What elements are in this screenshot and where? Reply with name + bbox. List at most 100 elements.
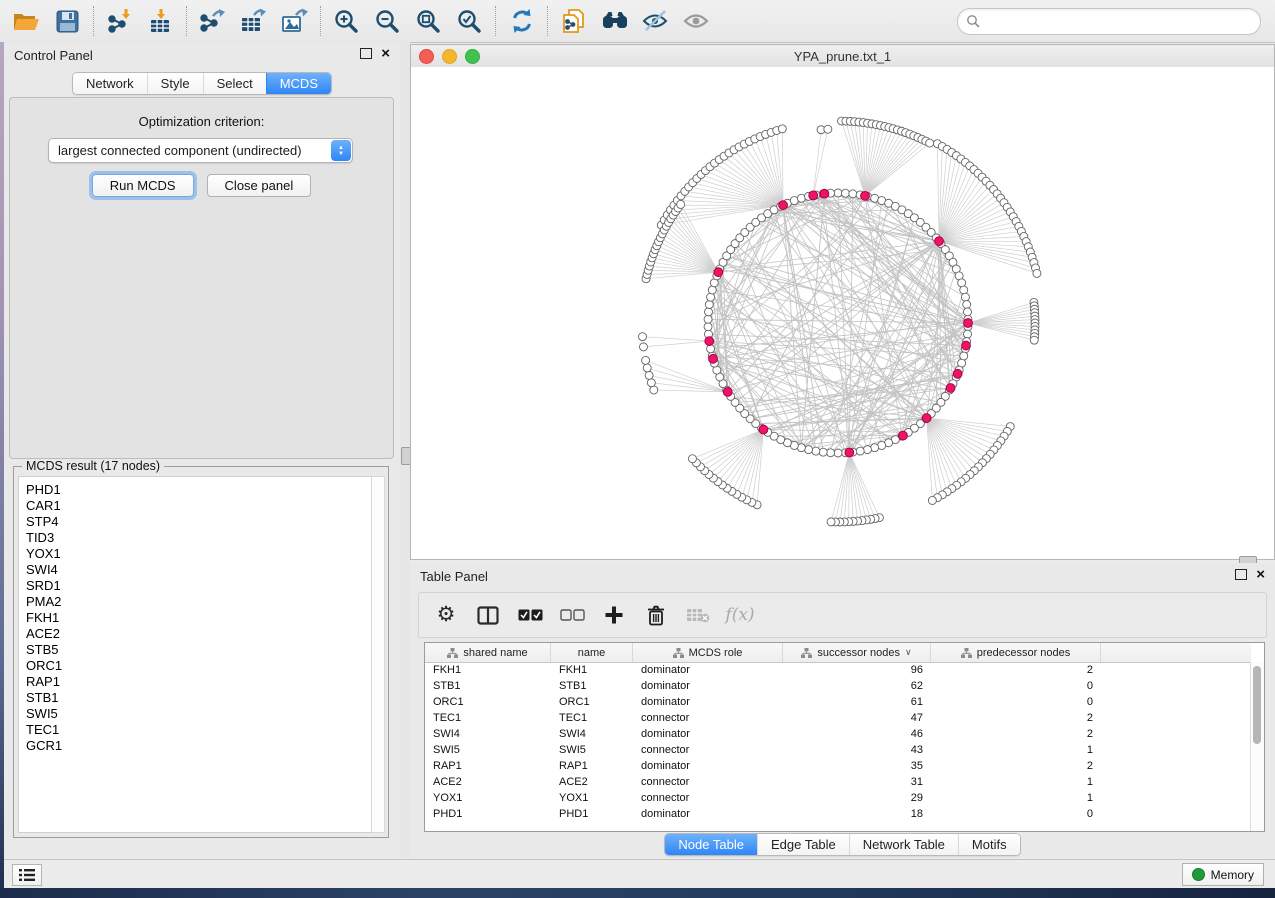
refresh-view-button[interactable] bbox=[501, 3, 542, 39]
column-header-predecessor-nodes[interactable]: predecessor nodes bbox=[931, 643, 1101, 662]
column-header-shared-name[interactable]: shared name bbox=[425, 643, 551, 662]
vertical-splitter[interactable] bbox=[400, 42, 410, 858]
apply-function-button[interactable]: f(x) bbox=[727, 602, 753, 628]
zoom-fit-button[interactable] bbox=[408, 3, 449, 39]
close-panel-icon[interactable]: × bbox=[381, 49, 390, 59]
table-row[interactable]: SWI5SWI5connector431 bbox=[425, 742, 1251, 758]
column-header-mcds-role[interactable]: MCDS role bbox=[633, 643, 783, 662]
network-node[interactable] bbox=[650, 386, 658, 394]
mcds-hub-node[interactable] bbox=[759, 425, 768, 434]
list-item[interactable]: CAR1 bbox=[26, 498, 371, 514]
network-node[interactable] bbox=[856, 447, 864, 455]
import-table-button[interactable] bbox=[140, 3, 181, 39]
list-item[interactable]: TID3 bbox=[26, 530, 371, 546]
import-network-button[interactable] bbox=[99, 3, 140, 39]
list-item[interactable]: PMA2 bbox=[26, 594, 371, 610]
select-all-rows-button[interactable] bbox=[517, 602, 543, 628]
search-input[interactable] bbox=[980, 13, 1252, 29]
list-item[interactable]: RAP1 bbox=[26, 674, 371, 690]
mcds-hub-node[interactable] bbox=[899, 431, 908, 440]
list-item[interactable]: STB1 bbox=[26, 690, 371, 706]
network-node[interactable] bbox=[647, 379, 655, 387]
export-table-button[interactable] bbox=[233, 3, 274, 39]
list-item[interactable]: SWI5 bbox=[26, 706, 371, 722]
table-settings-button[interactable]: ⚙ bbox=[433, 602, 459, 628]
mcds-hub-node[interactable] bbox=[946, 384, 955, 393]
save-session-button[interactable] bbox=[47, 3, 88, 39]
table-row[interactable]: FKH1FKH1dominator962 bbox=[425, 662, 1251, 678]
list-item[interactable]: STB5 bbox=[26, 642, 371, 658]
network-node[interactable] bbox=[704, 323, 712, 331]
mcds-hub-node[interactable] bbox=[953, 369, 962, 378]
network-node[interactable] bbox=[841, 189, 849, 197]
tab-network[interactable]: Network bbox=[73, 73, 147, 94]
network-node[interactable] bbox=[964, 308, 972, 316]
network-node[interactable] bbox=[928, 496, 936, 504]
network-node[interactable] bbox=[688, 455, 696, 463]
show-columns-button[interactable] bbox=[475, 602, 501, 628]
delete-column-button[interactable] bbox=[643, 602, 669, 628]
table-row[interactable]: ORC1ORC1dominator610 bbox=[425, 694, 1251, 710]
delete-table-button[interactable] bbox=[685, 602, 711, 628]
memory-button[interactable]: Memory bbox=[1182, 863, 1264, 886]
list-item[interactable]: ORC1 bbox=[26, 658, 371, 674]
tab-node-table[interactable]: Node Table bbox=[665, 834, 757, 855]
zoom-selected-button[interactable] bbox=[449, 3, 490, 39]
table-row[interactable]: TEC1TEC1connector472 bbox=[425, 710, 1251, 726]
table-row[interactable]: RAP1RAP1dominator352 bbox=[425, 758, 1251, 774]
list-item[interactable]: PHD1 bbox=[26, 482, 371, 498]
clone-network-button[interactable] bbox=[553, 3, 594, 39]
network-window-titlebar[interactable]: YPA_prune.txt_1 bbox=[411, 45, 1274, 68]
mcds-hub-node[interactable] bbox=[820, 189, 829, 198]
network-node[interactable] bbox=[1033, 269, 1041, 277]
network-node[interactable] bbox=[707, 345, 715, 353]
network-node[interactable] bbox=[1030, 336, 1038, 344]
criterion-select[interactable]: largest connected component (undirected)… bbox=[48, 138, 353, 163]
tab-style[interactable]: Style bbox=[147, 73, 203, 94]
network-node[interactable] bbox=[639, 343, 647, 351]
hide-selected-button[interactable] bbox=[635, 3, 676, 39]
network-node[interactable] bbox=[824, 125, 832, 133]
table-row[interactable]: PHD1PHD1dominator180 bbox=[425, 806, 1251, 822]
network-node[interactable] bbox=[827, 449, 835, 457]
network-node[interactable] bbox=[638, 333, 646, 341]
show-all-button[interactable] bbox=[676, 3, 717, 39]
network-node[interactable] bbox=[871, 444, 879, 452]
network-node[interactable] bbox=[812, 447, 820, 455]
mcds-hub-node[interactable] bbox=[964, 319, 973, 328]
table-scrollbar-thumb[interactable] bbox=[1253, 666, 1261, 744]
mcds-hub-node[interactable] bbox=[705, 337, 714, 346]
close-panel-button[interactable]: Close panel bbox=[207, 174, 312, 197]
list-item[interactable]: ACE2 bbox=[26, 626, 371, 642]
mcds-hub-node[interactable] bbox=[845, 448, 854, 457]
run-mcds-button[interactable]: Run MCDS bbox=[92, 174, 194, 197]
mcds-hub-node[interactable] bbox=[709, 354, 718, 363]
open-file-button[interactable] bbox=[6, 3, 47, 39]
network-node[interactable] bbox=[849, 190, 857, 198]
column-header-name[interactable]: name bbox=[551, 643, 633, 662]
list-item[interactable]: TEC1 bbox=[26, 722, 371, 738]
list-item[interactable]: FKH1 bbox=[26, 610, 371, 626]
mcds-hub-node[interactable] bbox=[962, 341, 971, 350]
mcds-hub-node[interactable] bbox=[714, 268, 723, 277]
list-item[interactable]: SWI4 bbox=[26, 562, 371, 578]
network-node[interactable] bbox=[797, 194, 805, 202]
tab-select[interactable]: Select bbox=[203, 73, 266, 94]
table-row[interactable]: YOX1YOX1connector291 bbox=[425, 790, 1251, 806]
table-row[interactable]: SWI4SWI4dominator462 bbox=[425, 726, 1251, 742]
network-node[interactable] bbox=[643, 364, 651, 372]
network-node[interactable] bbox=[834, 449, 842, 457]
network-node[interactable] bbox=[642, 356, 650, 364]
show-panels-button[interactable] bbox=[12, 864, 42, 886]
mcds-list-scrollbar[interactable] bbox=[371, 476, 385, 833]
column-header-successor-nodes[interactable]: successor nodes ∨ bbox=[783, 643, 931, 662]
table-scrollbar[interactable] bbox=[1250, 662, 1264, 831]
network-node[interactable] bbox=[863, 446, 871, 454]
network-node[interactable] bbox=[707, 293, 715, 301]
list-item[interactable]: GCR1 bbox=[26, 738, 371, 754]
tab-network-table[interactable]: Network Table bbox=[849, 834, 958, 855]
network-node[interactable] bbox=[705, 300, 713, 308]
mcds-hub-node[interactable] bbox=[809, 191, 818, 200]
mcds-hub-node[interactable] bbox=[723, 387, 732, 396]
network-node[interactable] bbox=[961, 293, 969, 301]
